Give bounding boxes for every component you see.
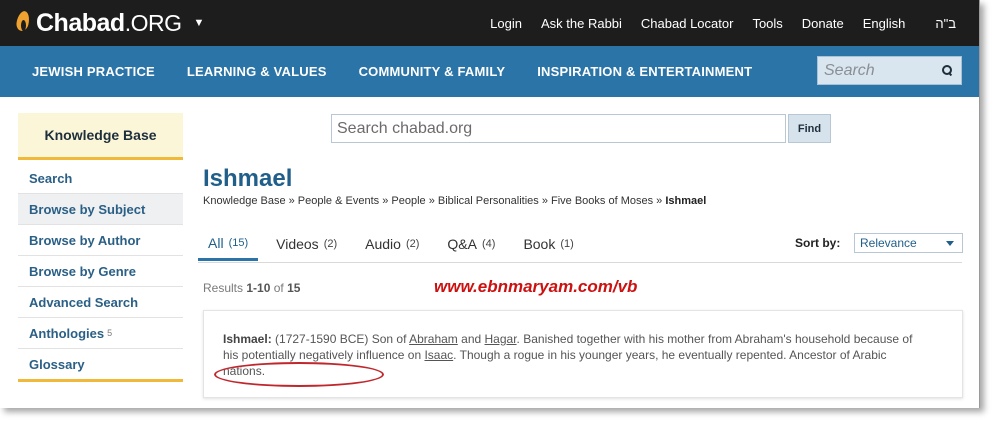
- breadcrumb-current: Ishmael: [665, 195, 707, 207]
- sidebar-item-anthologies[interactable]: Anthologies 5: [18, 318, 183, 349]
- result-tabs: All (15) Videos (2) Audio (2) Q&A (4) Book (1…: [198, 227, 592, 261]
- language-link[interactable]: English: [863, 16, 906, 31]
- browser-page: Chabad.ORG ▼ Login Ask the Rabbi Chabad …: [0, 0, 980, 408]
- anthologies-badge: 5: [107, 328, 113, 338]
- tools-link[interactable]: Tools: [752, 16, 782, 31]
- breadcrumb: Knowledge Base » People & Events » Peopl…: [203, 195, 707, 207]
- sidebar-item-label: Anthologies: [29, 325, 105, 341]
- nav-learning-values[interactable]: LEARNING & VALUES: [187, 64, 327, 79]
- header-search: [817, 56, 962, 85]
- top-nav: Login Ask the Rabbi Chabad Locator Tools…: [471, 0, 956, 46]
- chevron-down-icon[interactable]: ▼: [193, 17, 204, 29]
- main-search-input[interactable]: [332, 115, 785, 142]
- results-count: Results 1-10 of 15: [203, 281, 301, 295]
- sidebar-title: Knowledge Base: [44, 127, 157, 143]
- isaac-link[interactable]: Isaac: [424, 348, 453, 362]
- ask-the-rabbi-link[interactable]: Ask the Rabbi: [541, 16, 622, 31]
- search-icon[interactable]: [942, 65, 952, 75]
- watermark-text: www.ebnmaryam.com/vb: [434, 277, 638, 296]
- login-link[interactable]: Login: [490, 16, 522, 31]
- sidebar-item-browse-by-genre[interactable]: Browse by Genre: [18, 256, 183, 287]
- sidebar-item-glossary[interactable]: Glossary: [18, 349, 183, 380]
- sidebar-item-browse-by-subject[interactable]: Browse by Subject: [18, 194, 183, 225]
- hagar-link[interactable]: Hagar: [485, 332, 517, 346]
- tab-divider: [198, 262, 962, 263]
- sidebar-item-search[interactable]: Search: [18, 163, 183, 194]
- tab-audio[interactable]: Audio (2): [355, 227, 429, 261]
- flame-icon: [14, 11, 32, 35]
- breadcrumb-item[interactable]: Knowledge Base: [203, 195, 286, 207]
- chevron-down-icon: [946, 241, 954, 246]
- breadcrumb-item[interactable]: Five Books of Moses: [551, 195, 653, 207]
- knowledge-base-header: Knowledge Base: [18, 113, 183, 160]
- header-search-input[interactable]: [818, 57, 936, 84]
- tab-videos[interactable]: Videos (2): [266, 227, 347, 261]
- sidebar-bottom-rule: [18, 379, 183, 382]
- sort-value: Relevance: [860, 236, 917, 250]
- sidebar-item-browse-by-author[interactable]: Browse by Author: [18, 225, 183, 256]
- chabad-locator-link[interactable]: Chabad Locator: [641, 16, 734, 31]
- breadcrumb-item[interactable]: Biblical Personalities: [438, 195, 539, 207]
- main-nav: JEWISH PRACTICE LEARNING & VALUES COMMUN…: [32, 46, 784, 97]
- page-title: Ishmael: [203, 165, 293, 192]
- breadcrumb-item[interactable]: People & Events: [298, 195, 379, 207]
- sidebar-item-advanced-search[interactable]: Advanced Search: [18, 287, 183, 318]
- donate-link[interactable]: Donate: [802, 16, 844, 31]
- chabad-logo[interactable]: Chabad.ORG ▼: [14, 7, 204, 39]
- tab-qa[interactable]: Q&A (4): [437, 227, 505, 261]
- sort-select[interactable]: Relevance: [854, 233, 963, 253]
- nav-community-family[interactable]: COMMUNITY & FAMILY: [359, 64, 506, 79]
- breadcrumb-item[interactable]: People: [391, 195, 425, 207]
- abraham-link[interactable]: Abraham: [409, 332, 458, 346]
- top-bar: Chabad.ORG ▼ Login Ask the Rabbi Chabad …: [0, 0, 979, 46]
- tab-book[interactable]: Book (1): [513, 227, 583, 261]
- sort-by-label: Sort by:: [795, 236, 841, 250]
- main-search-box: [331, 114, 786, 143]
- main-nav-bar: JEWISH PRACTICE LEARNING & VALUES COMMUN…: [0, 46, 979, 97]
- annotation-circle: [214, 362, 384, 387]
- logo-text: Chabad.ORG: [36, 8, 182, 37]
- bsd-label: ב"ה: [935, 15, 956, 31]
- tab-all[interactable]: All (15): [198, 227, 259, 261]
- nav-jewish-practice[interactable]: JEWISH PRACTICE: [32, 64, 155, 79]
- sidebar-list: Search Browse by Subject Browse by Autho…: [18, 163, 183, 380]
- find-button[interactable]: Find: [788, 114, 831, 143]
- nav-inspiration-entertainment[interactable]: INSPIRATION & ENTERTAINMENT: [537, 64, 752, 79]
